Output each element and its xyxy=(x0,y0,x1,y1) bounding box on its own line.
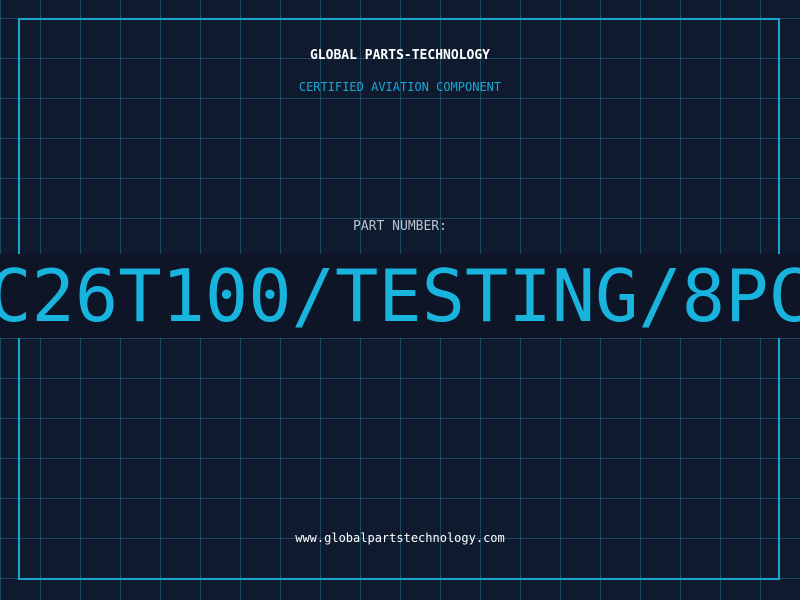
part-number-value: C26T100/TESTING/8PC xyxy=(0,254,800,338)
part-number-band: C26T100/TESTING/8PC xyxy=(0,254,800,338)
part-number-label: PART NUMBER: xyxy=(353,219,447,234)
website-url: www.globalpartstechnology.com xyxy=(295,531,505,545)
certification-subtitle: CERTIFIED AVIATION COMPONENT xyxy=(298,80,502,94)
company-name: GLOBAL PARTS-TECHNOLOGY xyxy=(309,48,490,63)
label-card: GLOBAL PARTS-TECHNOLOGY CERTIFIED AVIATI… xyxy=(0,0,800,600)
